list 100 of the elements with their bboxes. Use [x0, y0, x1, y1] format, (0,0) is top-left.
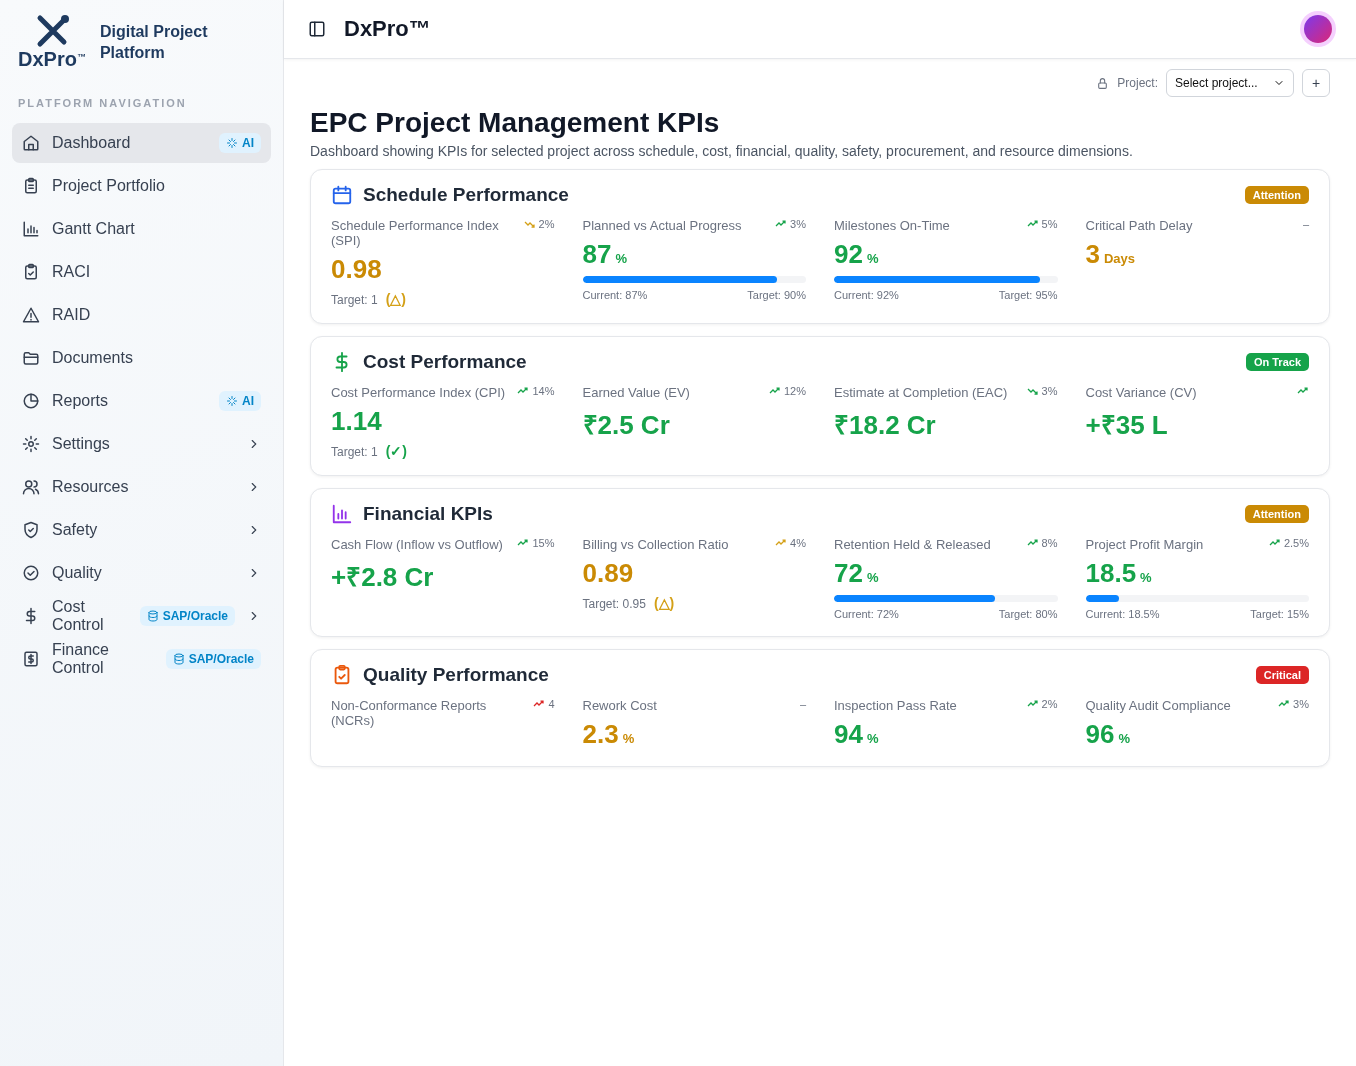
metric-label: Cost Variance (CV): [1085, 385, 1197, 400]
project-select[interactable]: Select project...: [1166, 69, 1294, 97]
sidebar-item[interactable]: Reports AI: [12, 381, 271, 421]
metric-label: Non-Conformance Reports (NCRs): [331, 698, 488, 728]
target-value: Target: 80%: [998, 608, 1058, 620]
trend-value: 4%: [790, 537, 806, 549]
metric-label: Critical Path Delay: [1085, 218, 1193, 233]
status-badge: On Track: [1245, 353, 1309, 371]
page-title: EPC Project Management KPIs: [310, 107, 721, 139]
sidebar-item[interactable]: Safety: [12, 510, 271, 550]
metric-value: 2.3%: [582, 719, 636, 750]
trend-value: –: [1302, 218, 1309, 230]
metric-value: +₹35 L: [1085, 409, 1169, 442]
integration-icon: [146, 610, 159, 622]
metric-label: Schedule Performance Index (SPI): [331, 218, 500, 248]
users-icon: [22, 478, 40, 496]
metric-label: Inspection Pass Rate: [834, 698, 957, 713]
integration-badge: SAP/Oracle: [139, 606, 235, 626]
clipboard-list-icon: [22, 177, 40, 195]
target-value: Target: 1: [331, 293, 378, 307]
current-value: Current: 87%: [582, 289, 648, 301]
metric-label: Estimate at Completion (EAC): [834, 385, 1008, 400]
metric-value: ₹18.2 Cr: [834, 409, 937, 442]
metric-value: 1.14: [331, 406, 383, 437]
metric-label: Milestones On-Time: [834, 218, 950, 233]
metric-label: Retention Held & Released: [834, 537, 991, 552]
sidebar-toggle-icon[interactable]: [308, 20, 326, 38]
sidebar-item[interactable]: Finance Control SAP/Oracle: [12, 639, 271, 679]
trend-value: 4: [548, 698, 555, 710]
trend-value: 12%: [783, 385, 806, 397]
lock-icon: [1096, 76, 1110, 90]
dollar-document-icon: [22, 650, 40, 668]
target-status-mark: (△): [653, 595, 675, 611]
metric-value: ₹2.5 Cr: [582, 409, 671, 442]
check-circle-icon: [22, 564, 40, 582]
sidebar-item[interactable]: Gantt Chart: [12, 209, 271, 249]
shield-icon: [22, 521, 40, 539]
metric-value: 72%: [834, 558, 880, 589]
metric-value: 92%: [834, 239, 880, 270]
clipboard-check-icon: [22, 263, 40, 281]
status-badge: Attention: [1244, 186, 1309, 204]
current-value: Current: 72%: [834, 608, 899, 620]
integration-badge: SAP/Oracle: [165, 649, 261, 669]
sidebar-item[interactable]: Project Portfolio: [12, 166, 271, 206]
metric-label: Earned Value (EV): [582, 385, 690, 400]
current-value: Current: 18.5%: [1085, 608, 1160, 620]
target-value: Target: 0.95: [582, 597, 646, 611]
target-value: Target: 1: [331, 445, 378, 459]
target-value: Target: 95%: [998, 289, 1058, 301]
trend-value: 5%: [1041, 218, 1058, 230]
metric-value: 18.5%: [1085, 558, 1153, 589]
warning-icon: [22, 306, 40, 324]
metric-value: 96%: [1085, 719, 1131, 750]
metric-label: Billing vs Collection Ratio: [582, 537, 729, 552]
add-project-button[interactable]: +: [1302, 69, 1330, 97]
avatar[interactable]: [1304, 15, 1332, 43]
target-value: Target: 15%: [1250, 608, 1309, 620]
status-badge: Attention: [1244, 505, 1309, 523]
bar-chart-icon: [331, 503, 353, 525]
trend-value: 2%: [538, 218, 555, 230]
pie-chart-icon: [22, 392, 40, 410]
sidebar-item[interactable]: Resources: [12, 467, 271, 507]
calendar-icon: [331, 184, 353, 206]
metric-label: Rework Cost: [582, 698, 657, 713]
home-icon: [22, 134, 40, 152]
card-title: Financial KPIs: [363, 503, 494, 525]
target-value: Target: 90%: [747, 289, 806, 301]
app-title: DxPro™: [344, 16, 432, 42]
card-title: Cost Performance: [363, 351, 528, 373]
sidebar-item[interactable]: Settings: [12, 424, 271, 464]
sidebar-item[interactable]: Quality: [12, 553, 271, 593]
sidebar-item[interactable]: Dashboard AI: [12, 123, 271, 163]
metric-value: 94%: [834, 719, 880, 750]
trend-value: 15%: [532, 537, 555, 549]
section-title: PLATFORM NAVIGATION: [17, 97, 188, 111]
card-title: Schedule Performance: [363, 184, 570, 206]
ai-badge: AI: [219, 133, 261, 153]
folder-icon: [22, 349, 40, 367]
sidebar-item[interactable]: RAID: [12, 295, 271, 335]
target-status-mark: (✓): [385, 443, 408, 459]
trend-value: 2.5%: [1283, 537, 1309, 549]
trend-value: 3%: [1293, 698, 1309, 710]
ai-badge: AI: [219, 391, 261, 411]
sidebar-item[interactable]: RACI: [12, 252, 271, 292]
bar-chart-icon: [22, 220, 40, 238]
ai-icon: [226, 395, 238, 407]
metric-label: Project Profit Margin: [1085, 537, 1204, 552]
metric-value: 0.98: [331, 254, 383, 285]
project-label: Project:: [1117, 76, 1158, 90]
metric-label: Cost Performance Index (CPI): [331, 385, 506, 400]
trend-value: 14%: [532, 385, 555, 397]
platform-name: Digital Project Platform: [99, 21, 209, 63]
metric-label: Quality Audit Compliance: [1085, 698, 1231, 713]
metric-value: 0.89: [582, 558, 635, 589]
integration-icon: [172, 653, 185, 665]
trend-value: 3%: [1041, 385, 1058, 397]
sidebar-item[interactable]: Documents: [12, 338, 271, 378]
page-subtitle: Dashboard showing KPIs for selected project across schedule, cost, financial, quality, safety, procurement, and resource dimensions.: [310, 143, 1134, 159]
sidebar-item[interactable]: Cost Control SAP/Oracle: [12, 596, 271, 636]
card-title: Quality Performance: [363, 664, 550, 686]
